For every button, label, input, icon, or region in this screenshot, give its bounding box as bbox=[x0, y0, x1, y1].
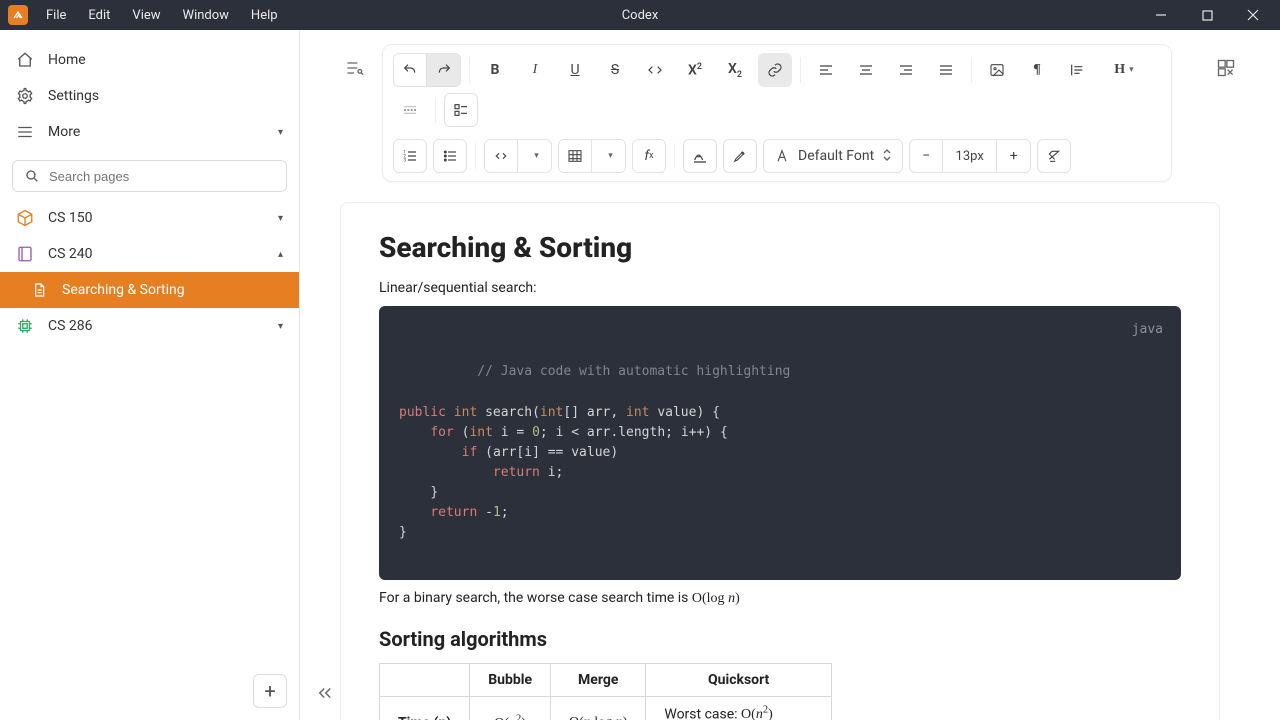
hr-button[interactable] bbox=[393, 93, 427, 127]
menu-window[interactable]: Window bbox=[173, 4, 239, 27]
caret-icon: ▴ bbox=[278, 249, 283, 260]
titlebar: FileEditViewWindowHelp Codex bbox=[0, 0, 1280, 30]
col-bubble: Bubble bbox=[470, 663, 551, 696]
home-icon bbox=[16, 51, 34, 69]
page-cs-150[interactable]: CS 150▾ bbox=[0, 200, 299, 236]
cell-bubble: O(n2) bbox=[470, 696, 551, 720]
heading-sorting: Sorting algorithms bbox=[379, 627, 1181, 651]
table-button[interactable] bbox=[558, 139, 592, 173]
formula-button[interactable]: fx bbox=[632, 139, 666, 173]
text-color-button[interactable] bbox=[683, 139, 717, 173]
doc-icon bbox=[30, 281, 48, 299]
window-maximize-button[interactable] bbox=[1184, 0, 1230, 30]
table-menu-button[interactable]: ▾ bbox=[592, 139, 626, 173]
app-logo bbox=[8, 5, 28, 25]
font-size-increase-button[interactable]: + bbox=[997, 139, 1031, 173]
book-icon bbox=[16, 245, 34, 263]
code-block[interactable]: java // Java code with automatic highlig… bbox=[379, 306, 1181, 580]
menu-icon bbox=[16, 123, 34, 141]
caret-icon: ▾ bbox=[278, 213, 283, 224]
font-size-decrease-button[interactable]: − bbox=[909, 139, 943, 173]
page-searching-sorting[interactable]: Searching & Sorting bbox=[0, 272, 299, 308]
nav-settings[interactable]: Settings bbox=[0, 78, 299, 114]
undo-button[interactable] bbox=[393, 53, 427, 87]
row-time: Time (n) bbox=[380, 696, 470, 720]
codeblock-menu-button[interactable]: ▾ bbox=[518, 139, 552, 173]
window-close-button[interactable] bbox=[1230, 0, 1276, 30]
add-page-button[interactable]: + bbox=[253, 674, 287, 708]
clear-format-button[interactable] bbox=[1037, 139, 1071, 173]
col-quicksort: Quicksort bbox=[646, 663, 832, 696]
image-button[interactable] bbox=[980, 53, 1014, 87]
ordered-list-button[interactable]: 123 bbox=[393, 139, 427, 173]
format-toolbar: B I U S X2 X2 ¶ H▾ bbox=[382, 44, 1172, 182]
cell-quicksort: Worst case: O(n2) Average case: O(n log … bbox=[646, 696, 832, 720]
highlight-button[interactable] bbox=[723, 139, 757, 173]
subscript-button[interactable]: X2 bbox=[718, 53, 752, 87]
align-center-button[interactable] bbox=[849, 53, 883, 87]
updown-icon bbox=[882, 148, 892, 165]
bullet-list-button[interactable] bbox=[433, 139, 467, 173]
align-left-button[interactable] bbox=[809, 53, 843, 87]
page-cs-240[interactable]: CS 240▴ bbox=[0, 236, 299, 272]
blockquote-button[interactable] bbox=[1060, 53, 1094, 87]
svg-text:3: 3 bbox=[403, 157, 406, 163]
paragraph-button[interactable]: ¶ bbox=[1020, 53, 1054, 87]
menu-edit[interactable]: Edit bbox=[78, 4, 120, 27]
complexity-table: Bubble Merge Quicksort Time (n) O(n2) O(… bbox=[379, 663, 832, 720]
window-title: Codex bbox=[622, 8, 659, 23]
menu-view[interactable]: View bbox=[122, 4, 170, 27]
codeblock-button[interactable] bbox=[484, 139, 518, 173]
search-input-wrap[interactable] bbox=[12, 160, 287, 192]
col-merge: Merge bbox=[551, 663, 646, 696]
font-family-select[interactable]: Default Font bbox=[763, 139, 903, 173]
caret-icon: ▾ bbox=[278, 321, 283, 332]
menu-help[interactable]: Help bbox=[241, 4, 288, 27]
outline-toggle-button[interactable] bbox=[340, 54, 368, 82]
sidebar: HomeSettingsMore▾ CS 150▾CS 240▴Searchin… bbox=[0, 30, 300, 720]
main-area: B I U S X2 X2 ¶ H▾ bbox=[300, 30, 1280, 720]
heading-button[interactable]: H▾ bbox=[1100, 53, 1148, 87]
code-lang-label: java bbox=[1132, 320, 1163, 340]
settings-icon bbox=[16, 87, 34, 105]
binary-search-text: For a binary search, the worse case sear… bbox=[379, 590, 1181, 607]
cube-icon bbox=[16, 209, 34, 227]
doc-intro: Linear/sequential search: bbox=[379, 280, 1181, 296]
link-button[interactable] bbox=[758, 53, 792, 87]
page-cs-286[interactable]: CS 286▾ bbox=[0, 308, 299, 344]
cpu-icon bbox=[16, 317, 34, 335]
italic-button[interactable]: I bbox=[518, 53, 552, 87]
caret-down-icon: ▾ bbox=[278, 127, 283, 138]
align-justify-button[interactable] bbox=[929, 53, 963, 87]
search-input[interactable] bbox=[49, 169, 276, 184]
doc-title: Searching & Sorting bbox=[379, 231, 1181, 264]
editor-document[interactable]: Searching & Sorting Linear/sequential se… bbox=[340, 202, 1220, 720]
window-minimize-button[interactable] bbox=[1138, 0, 1184, 30]
font-family-label: Default Font bbox=[798, 148, 874, 164]
nav-more[interactable]: More▾ bbox=[0, 114, 299, 150]
redo-button[interactable] bbox=[427, 53, 461, 87]
design-mode-button[interactable] bbox=[1212, 54, 1240, 82]
superscript-button[interactable]: X2 bbox=[678, 53, 712, 87]
align-right-button[interactable] bbox=[889, 53, 923, 87]
nav-home[interactable]: Home bbox=[0, 42, 299, 78]
cell-merge: O(n log n) bbox=[551, 696, 646, 720]
collapse-sidebar-button[interactable] bbox=[316, 684, 334, 706]
search-icon bbox=[23, 167, 41, 185]
code-inline-button[interactable] bbox=[638, 53, 672, 87]
menu-file[interactable]: File bbox=[36, 4, 76, 27]
underline-button[interactable]: U bbox=[558, 53, 592, 87]
checklist-button[interactable] bbox=[444, 93, 478, 127]
strike-button[interactable]: S bbox=[598, 53, 632, 87]
font-size-value[interactable]: 13px bbox=[943, 139, 997, 173]
bold-button[interactable]: B bbox=[478, 53, 512, 87]
